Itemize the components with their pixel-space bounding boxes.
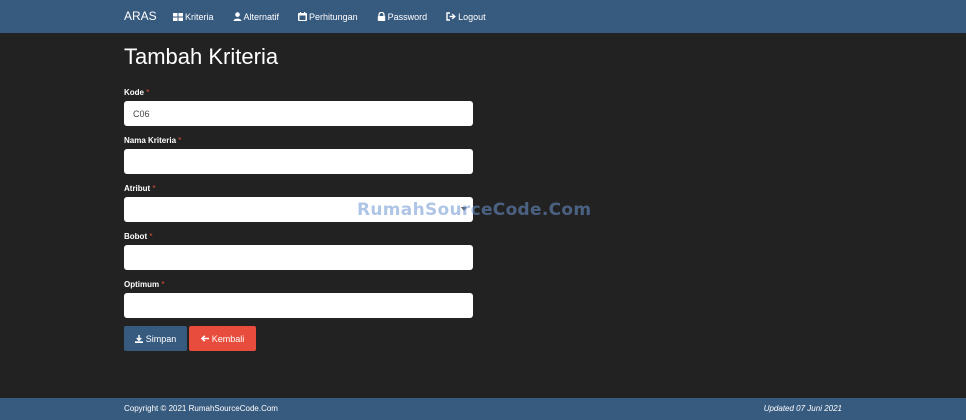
- arrow-left-icon: [200, 335, 209, 342]
- nav-item-kriteria[interactable]: Kriteria: [173, 0, 214, 33]
- footer: Copyright © 2021 RumahSourceCode.Com Upd…: [0, 398, 966, 420]
- brand-link[interactable]: ARAS: [124, 0, 157, 33]
- form-actions: Simpan Kembali: [124, 326, 256, 351]
- field-nama-kriteria: Nama Kriteria *: [124, 134, 474, 182]
- user-icon: [233, 12, 242, 21]
- nav-menu: Kriteria Alternatif Perhitungan Password…: [173, 0, 505, 33]
- nav-item-label: Alternatif: [243, 11, 280, 22]
- nav-item-label: Password: [387, 11, 428, 22]
- field-bobot: Bobot *: [124, 230, 474, 278]
- nav-item-label: Perhitungan: [309, 11, 358, 22]
- nav-item-alternatif[interactable]: Alternatif: [233, 0, 280, 33]
- footer-copyright: Copyright © 2021 RumahSourceCode.Com: [124, 404, 278, 413]
- atribut-label: Atribut *: [124, 184, 156, 193]
- back-button[interactable]: Kembali: [189, 326, 256, 351]
- field-optimum: Optimum *: [124, 278, 474, 326]
- watermark: RumahSourceCode.Com: [357, 200, 592, 220]
- lock-icon: [377, 12, 385, 21]
- bobot-input[interactable]: [124, 245, 473, 270]
- footer-updated: Updated 07 Juni 2021: [763, 404, 842, 413]
- required-mark: *: [149, 232, 153, 241]
- required-mark: *: [146, 88, 150, 97]
- calendar-icon: [298, 12, 308, 21]
- download-icon: [134, 334, 143, 343]
- save-button-label: Simpan: [145, 333, 177, 344]
- page-title: Tambah Kriteria: [124, 44, 279, 69]
- nav-item-label: Logout: [458, 11, 486, 22]
- optimum-input[interactable]: [124, 293, 473, 318]
- nama-kriteria-label: Nama Kriteria *: [124, 136, 182, 145]
- nav-item-password[interactable]: Password: [377, 0, 428, 33]
- save-button[interactable]: Simpan: [124, 326, 187, 351]
- bobot-label: Bobot *: [124, 232, 153, 241]
- required-mark: *: [161, 280, 165, 289]
- navbar: ARAS Kriteria Alternatif Perhitungan Pas…: [0, 0, 966, 33]
- grid-icon: [173, 12, 183, 21]
- kode-label: Kode *: [124, 88, 150, 97]
- nav-item-logout[interactable]: Logout: [446, 0, 486, 33]
- logout-icon: [446, 12, 456, 21]
- field-kode: Kode *: [124, 86, 474, 134]
- nama-kriteria-input[interactable]: [124, 149, 473, 174]
- back-button-label: Kembali: [211, 333, 245, 344]
- required-mark: *: [152, 184, 156, 193]
- optimum-label: Optimum *: [124, 280, 165, 289]
- kode-input[interactable]: [124, 101, 473, 126]
- nav-item-label: Kriteria: [185, 11, 214, 22]
- nav-item-perhitungan[interactable]: Perhitungan: [298, 0, 358, 33]
- required-mark: *: [178, 136, 182, 145]
